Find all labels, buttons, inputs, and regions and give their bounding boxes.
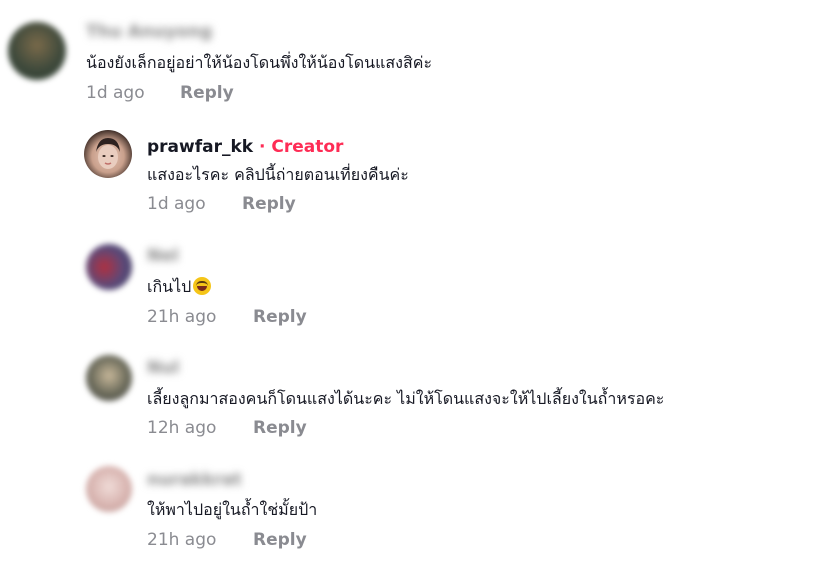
avatar[interactable]	[86, 355, 132, 401]
comment-username[interactable]: Nul	[147, 358, 179, 378]
creator-avatar-image	[96, 138, 120, 169]
comment-text: เกินไป	[147, 276, 212, 298]
comment-text: เลี้ยงลูกมาสองคนก็โดนแสงได้นะคะ ไม่ให้โด…	[147, 389, 665, 408]
reply-button[interactable]: Reply	[253, 417, 307, 439]
comment-username[interactable]: Thu Anuyong	[86, 22, 212, 42]
comment-time: 12h ago	[147, 418, 217, 438]
reply-button[interactable]: Reply	[253, 529, 307, 551]
comment-time: 1d ago	[86, 83, 145, 103]
avatar[interactable]	[8, 22, 66, 80]
comment-time: 21h ago	[147, 530, 217, 550]
comment-text: ให้พาไปอยู่ในถ้ำใช่มั้ยป้า	[147, 500, 318, 519]
comment-text: แสงอะไรคะ คลิปนี้ถ่ายตอนเที่ยงคืนค่ะ	[147, 165, 409, 184]
comment-username[interactable]: prawfar_kk · Creator	[147, 137, 343, 157]
reply-button[interactable]: Reply	[253, 306, 307, 328]
creator-username[interactable]: prawfar_kk	[147, 137, 253, 157]
avatar[interactable]	[86, 466, 132, 512]
avatar[interactable]	[86, 244, 132, 290]
comment-text-content: เกินไป	[147, 277, 192, 296]
creator-badge: · Creator	[253, 137, 344, 157]
reply-button[interactable]: Reply	[242, 193, 296, 215]
comment-text: น้องยังเล็กอยู่อย่าให้น้องโดนพึ่งให้น้อง…	[86, 53, 433, 72]
laughing-emoji-icon	[193, 277, 212, 295]
creator-avatar[interactable]	[84, 130, 132, 178]
comment-username[interactable]: Nel	[147, 246, 179, 266]
comment-username[interactable]: nurakkrat	[147, 470, 242, 490]
comment-time: 21h ago	[147, 307, 217, 327]
reply-button[interactable]: Reply	[180, 82, 234, 104]
comment-time: 1d ago	[147, 194, 206, 214]
